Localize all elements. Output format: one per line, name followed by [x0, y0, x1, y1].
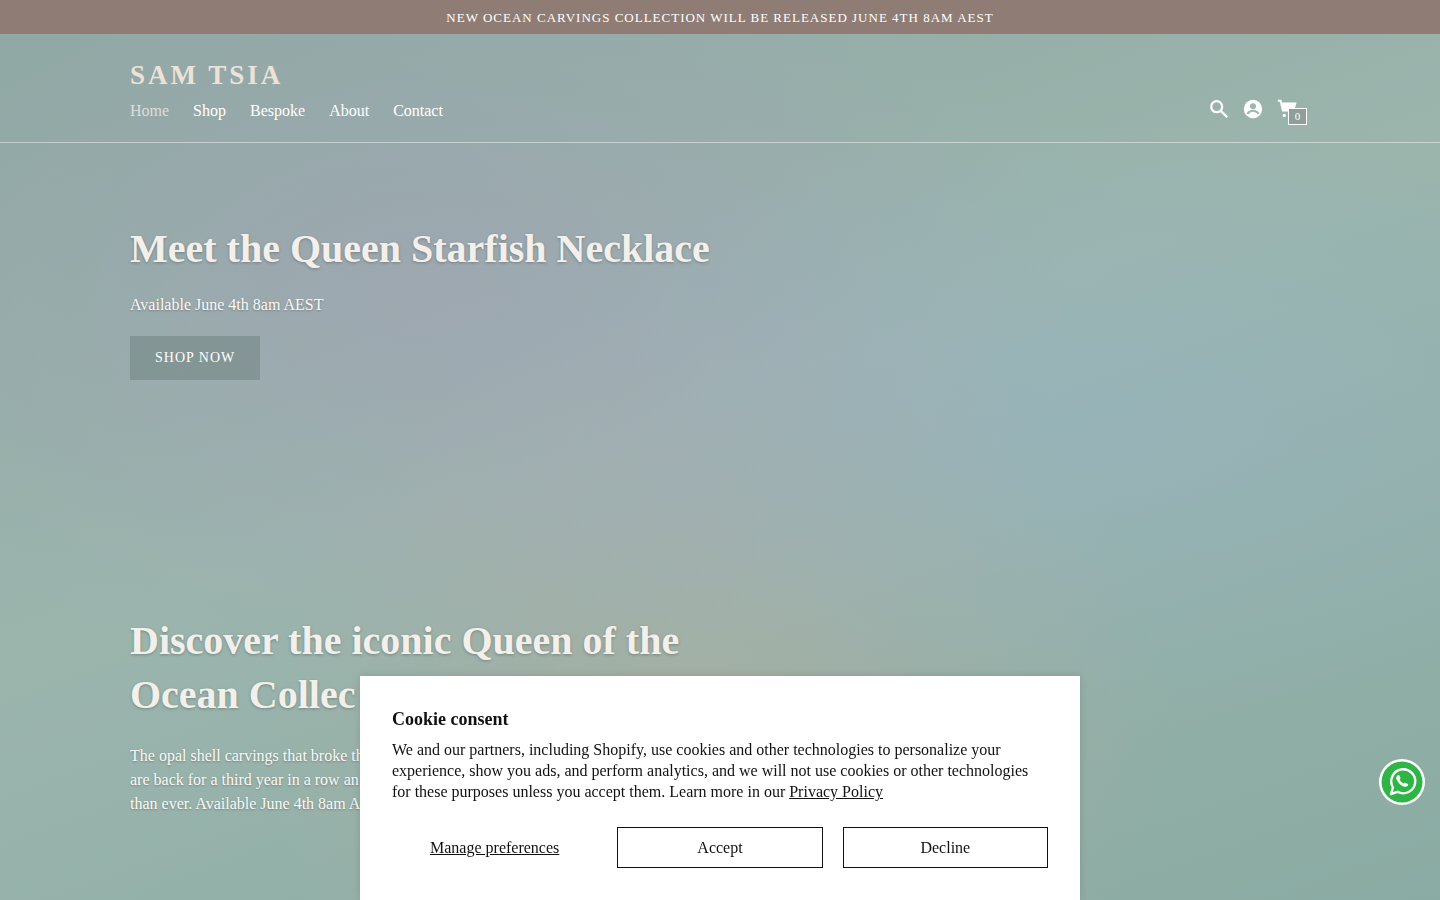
- hero-title: Meet the Queen Starfish Necklace: [130, 226, 1310, 272]
- account-icon[interactable]: [1242, 98, 1264, 120]
- nav-item[interactable]: Shop: [193, 100, 226, 122]
- page: NEW OCEAN CARVINGS COLLECTION WILL BE RE…: [0, 0, 1440, 900]
- whatsapp-button[interactable]: [1378, 758, 1426, 806]
- cart-button[interactable]: 0: [1276, 98, 1298, 120]
- cookie-text: We and our partners, including Shopify, …: [392, 739, 1048, 802]
- hero-slide: Meet the Queen Starfish Necklace Availabl…: [0, 143, 1440, 380]
- announcement-bar: NEW OCEAN CARVINGS COLLECTION WILL BE RE…: [0, 0, 1440, 34]
- whatsapp-icon: [1378, 758, 1426, 806]
- nav-item[interactable]: About: [329, 100, 369, 122]
- logo[interactable]: SAM TSIA: [130, 60, 443, 90]
- site-header: SAM TSIA Home Shop Bespoke About Contact 0: [0, 34, 1440, 143]
- nav-item[interactable]: Home: [130, 100, 169, 122]
- cookie-button[interactable]: Accept: [617, 827, 822, 868]
- cart-count: 0: [1288, 108, 1307, 125]
- hero-subtitle: Available June 4th 8am AEST: [130, 294, 1310, 316]
- privacy-policy-link[interactable]: Privacy Policy: [789, 783, 883, 800]
- cookie-button[interactable]: Manage preferences: [392, 827, 597, 868]
- cookie-title: Cookie consent: [392, 708, 1048, 730]
- nav-item[interactable]: Contact: [393, 100, 443, 122]
- shop-now-button[interactable]: SHOP NOW: [130, 336, 260, 380]
- main-nav: Home Shop Bespoke About Contact: [130, 100, 443, 122]
- nav-item[interactable]: Bespoke: [250, 100, 305, 122]
- search-icon[interactable]: [1208, 98, 1230, 120]
- cookie-button[interactable]: Decline: [843, 827, 1048, 868]
- cookie-dialog: Cookie consent We and our partners, inclu…: [360, 676, 1080, 900]
